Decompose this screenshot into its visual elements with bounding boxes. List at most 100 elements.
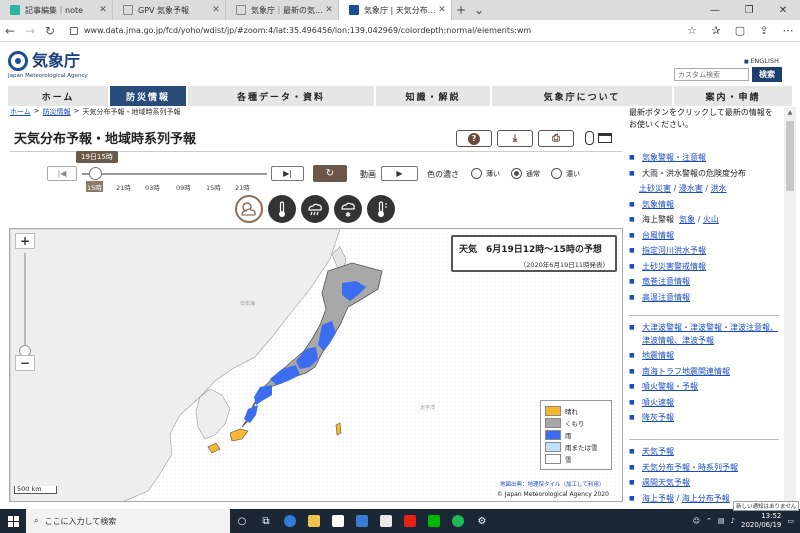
time-tick[interactable]: 15時: [205, 181, 222, 192]
spotify-icon[interactable]: [446, 509, 470, 533]
more-menu-icon[interactable]: ⋯: [776, 24, 800, 37]
element-snow-button[interactable]: ✱: [334, 195, 362, 223]
sidebar-item-weekly[interactable]: ■ 週間天気予報: [629, 475, 781, 491]
zoom-in-button[interactable]: +: [15, 233, 35, 249]
collections-icon[interactable]: ▢: [728, 24, 752, 37]
nav-data[interactable]: 各種データ・資料: [188, 86, 374, 106]
mail-icon[interactable]: [350, 509, 374, 533]
play-button[interactable]: ▶: [381, 166, 418, 181]
sidebar-item-landslide-alert[interactable]: ■ 土砂災害警戒情報: [629, 259, 781, 275]
explorer-icon[interactable]: [302, 509, 326, 533]
notification-icon[interactable]: ▭: [787, 517, 794, 525]
taskbar-clock[interactable]: 13:52 2020/06/19: [741, 512, 781, 530]
sidebar-item-distribution-forecast[interactable]: ■ 天気分布予報・時系列予報: [629, 460, 781, 476]
mouse-wheel-icon[interactable]: [585, 131, 594, 145]
tab-close-icon[interactable]: ✕: [98, 5, 108, 15]
window-layout-icon[interactable]: [598, 133, 612, 143]
page-scrollbar[interactable]: ▲: [784, 107, 796, 507]
sidebar-item-eruption-flash[interactable]: ■ 噴火速報: [629, 395, 781, 411]
favorites-list-icon[interactable]: ✰: [704, 24, 728, 37]
network-icon[interactable]: ▤: [718, 517, 725, 525]
line-icon[interactable]: [422, 509, 446, 533]
element-precipitation-button[interactable]: [301, 195, 329, 223]
search-button[interactable]: 検索: [752, 67, 782, 82]
sidebar-item-river-flood[interactable]: ■ 指定河川洪水予報: [629, 243, 781, 259]
maximize-icon[interactable]: ❐: [732, 0, 766, 20]
time-tick[interactable]: 21時: [234, 181, 251, 192]
nav-home[interactable]: ホーム: [8, 86, 108, 106]
link-marine-distribution[interactable]: 海上分布予報: [682, 491, 730, 507]
breadcrumb-home[interactable]: ホーム: [10, 107, 31, 117]
sidebar-item-warnings[interactable]: ■ 気象警報・注意報: [629, 150, 781, 166]
sidebar-item-eruption-warning[interactable]: ■ 噴火警報・予報: [629, 379, 781, 395]
element-maxmin-temp-button[interactable]: [367, 195, 395, 223]
site-search-input[interactable]: [674, 68, 749, 81]
time-slider-track[interactable]: [82, 173, 267, 175]
volume-icon[interactable]: ♪: [731, 517, 735, 525]
sidebar-item-typhoon[interactable]: ■ 台風情報: [629, 228, 781, 244]
density-normal-radio[interactable]: 通常: [511, 168, 540, 179]
nav-about-jma[interactable]: 気象庁について: [492, 86, 672, 106]
close-window-icon[interactable]: ✕: [766, 0, 800, 20]
sidebar-item-tsunami[interactable]: ■ 大津波警報・津波警報・津波注意報、津波情報、津波予報: [629, 320, 781, 348]
new-tab-button[interactable]: +: [452, 0, 470, 20]
map-tile-credit[interactable]: 地図出典：地理院タイル（加工して利用）: [498, 480, 607, 488]
link-inundation[interactable]: 浸水害: [679, 184, 703, 193]
time-tick[interactable]: 09時: [175, 181, 192, 192]
url-field[interactable]: www.data.jma.go.jp/fcd/yoho/wdist/jp/#zo…: [70, 26, 680, 35]
forward-arrow-icon[interactable]: →: [20, 24, 40, 38]
density-light-radio[interactable]: 薄い: [471, 168, 500, 179]
task-view-icon[interactable]: ⧉: [254, 509, 278, 533]
zoom-out-button[interactable]: −: [15, 355, 35, 371]
sidebar-item-earthquake[interactable]: ■ 地震情報: [629, 348, 781, 364]
zoom-slider-track[interactable]: [24, 253, 26, 353]
link-landslide[interactable]: 土砂災害: [639, 184, 671, 193]
scroll-up-icon[interactable]: ▲: [784, 107, 796, 117]
tab-list-chevron-icon[interactable]: ⌄: [470, 0, 488, 20]
latest-button[interactable]: ↻: [313, 165, 347, 182]
print-button[interactable]: ⎙: [538, 130, 574, 147]
sidebar-item-nankai[interactable]: ■ 南海トラフ地震関連情報: [629, 364, 781, 380]
tab-jma-forecast[interactable]: 気象庁 | 天気分布予報・地 ✕: [339, 0, 452, 20]
nav-guide[interactable]: 案内・申請: [674, 86, 792, 106]
weather-map[interactable]: 日本海 太平洋 + − 天気 6月19日12時～15時の予想 （2020年6月1…: [9, 228, 623, 502]
english-link[interactable]: ENGLISH: [744, 57, 779, 65]
element-weather-button[interactable]: [235, 195, 263, 223]
nav-disaster-info[interactable]: 防災情報: [110, 86, 186, 106]
link-marine-weather[interactable]: 気象: [679, 212, 695, 228]
element-temperature-button[interactable]: [268, 195, 296, 223]
tab-gpv[interactable]: GPV 気象予報 ✕: [113, 0, 226, 20]
link-marine-volcano[interactable]: 火山: [703, 212, 719, 228]
last-step-button[interactable]: ▶|: [271, 166, 304, 181]
taskbar-search[interactable]: ⌕ ここに入力して検索: [26, 509, 230, 533]
jma-logo[interactable]: 気象庁: [8, 51, 80, 71]
favorite-star-icon[interactable]: ☆: [680, 24, 704, 37]
time-tick[interactable]: 15時: [86, 181, 103, 192]
download-button[interactable]: ⤓: [497, 130, 533, 147]
refresh-icon[interactable]: ↻: [40, 24, 60, 38]
tab-close-icon[interactable]: ✕: [324, 5, 334, 15]
first-step-button[interactable]: |◀: [47, 166, 77, 181]
sidebar-item-heat[interactable]: ■ 高温注意情報: [629, 290, 781, 306]
sidebar-item-tornado[interactable]: ■ 竜巻注意情報: [629, 274, 781, 290]
person-icon[interactable]: ☺: [693, 517, 700, 525]
breadcrumb-disaster-info[interactable]: 防災情報: [43, 107, 71, 117]
youtube-icon[interactable]: [398, 509, 422, 533]
tab-note[interactable]: 記事編集｜note ✕: [0, 0, 113, 20]
store-icon[interactable]: [326, 509, 350, 533]
photos-icon[interactable]: [374, 509, 398, 533]
time-tick[interactable]: 21時: [115, 181, 132, 192]
scrollbar-thumb[interactable]: [786, 121, 794, 191]
sidebar-item-forecast[interactable]: ■ 天気予報: [629, 444, 781, 460]
sidebar-item-ashfall[interactable]: ■ 降灰予報: [629, 410, 781, 426]
tab-close-icon[interactable]: ✕: [437, 5, 447, 15]
time-tick[interactable]: 03時: [144, 181, 161, 192]
back-arrow-icon[interactable]: ←: [0, 24, 20, 38]
sidebar-item-weather-info[interactable]: ■ 気象情報: [629, 197, 781, 213]
share-icon[interactable]: ⇪: [752, 24, 776, 37]
help-button[interactable]: ?: [456, 130, 492, 147]
settings-gear-icon[interactable]: ⚙: [470, 509, 494, 533]
tab-close-icon[interactable]: ✕: [211, 5, 221, 15]
cortana-icon[interactable]: ○: [230, 509, 254, 533]
density-dark-radio[interactable]: 濃い: [551, 168, 580, 179]
